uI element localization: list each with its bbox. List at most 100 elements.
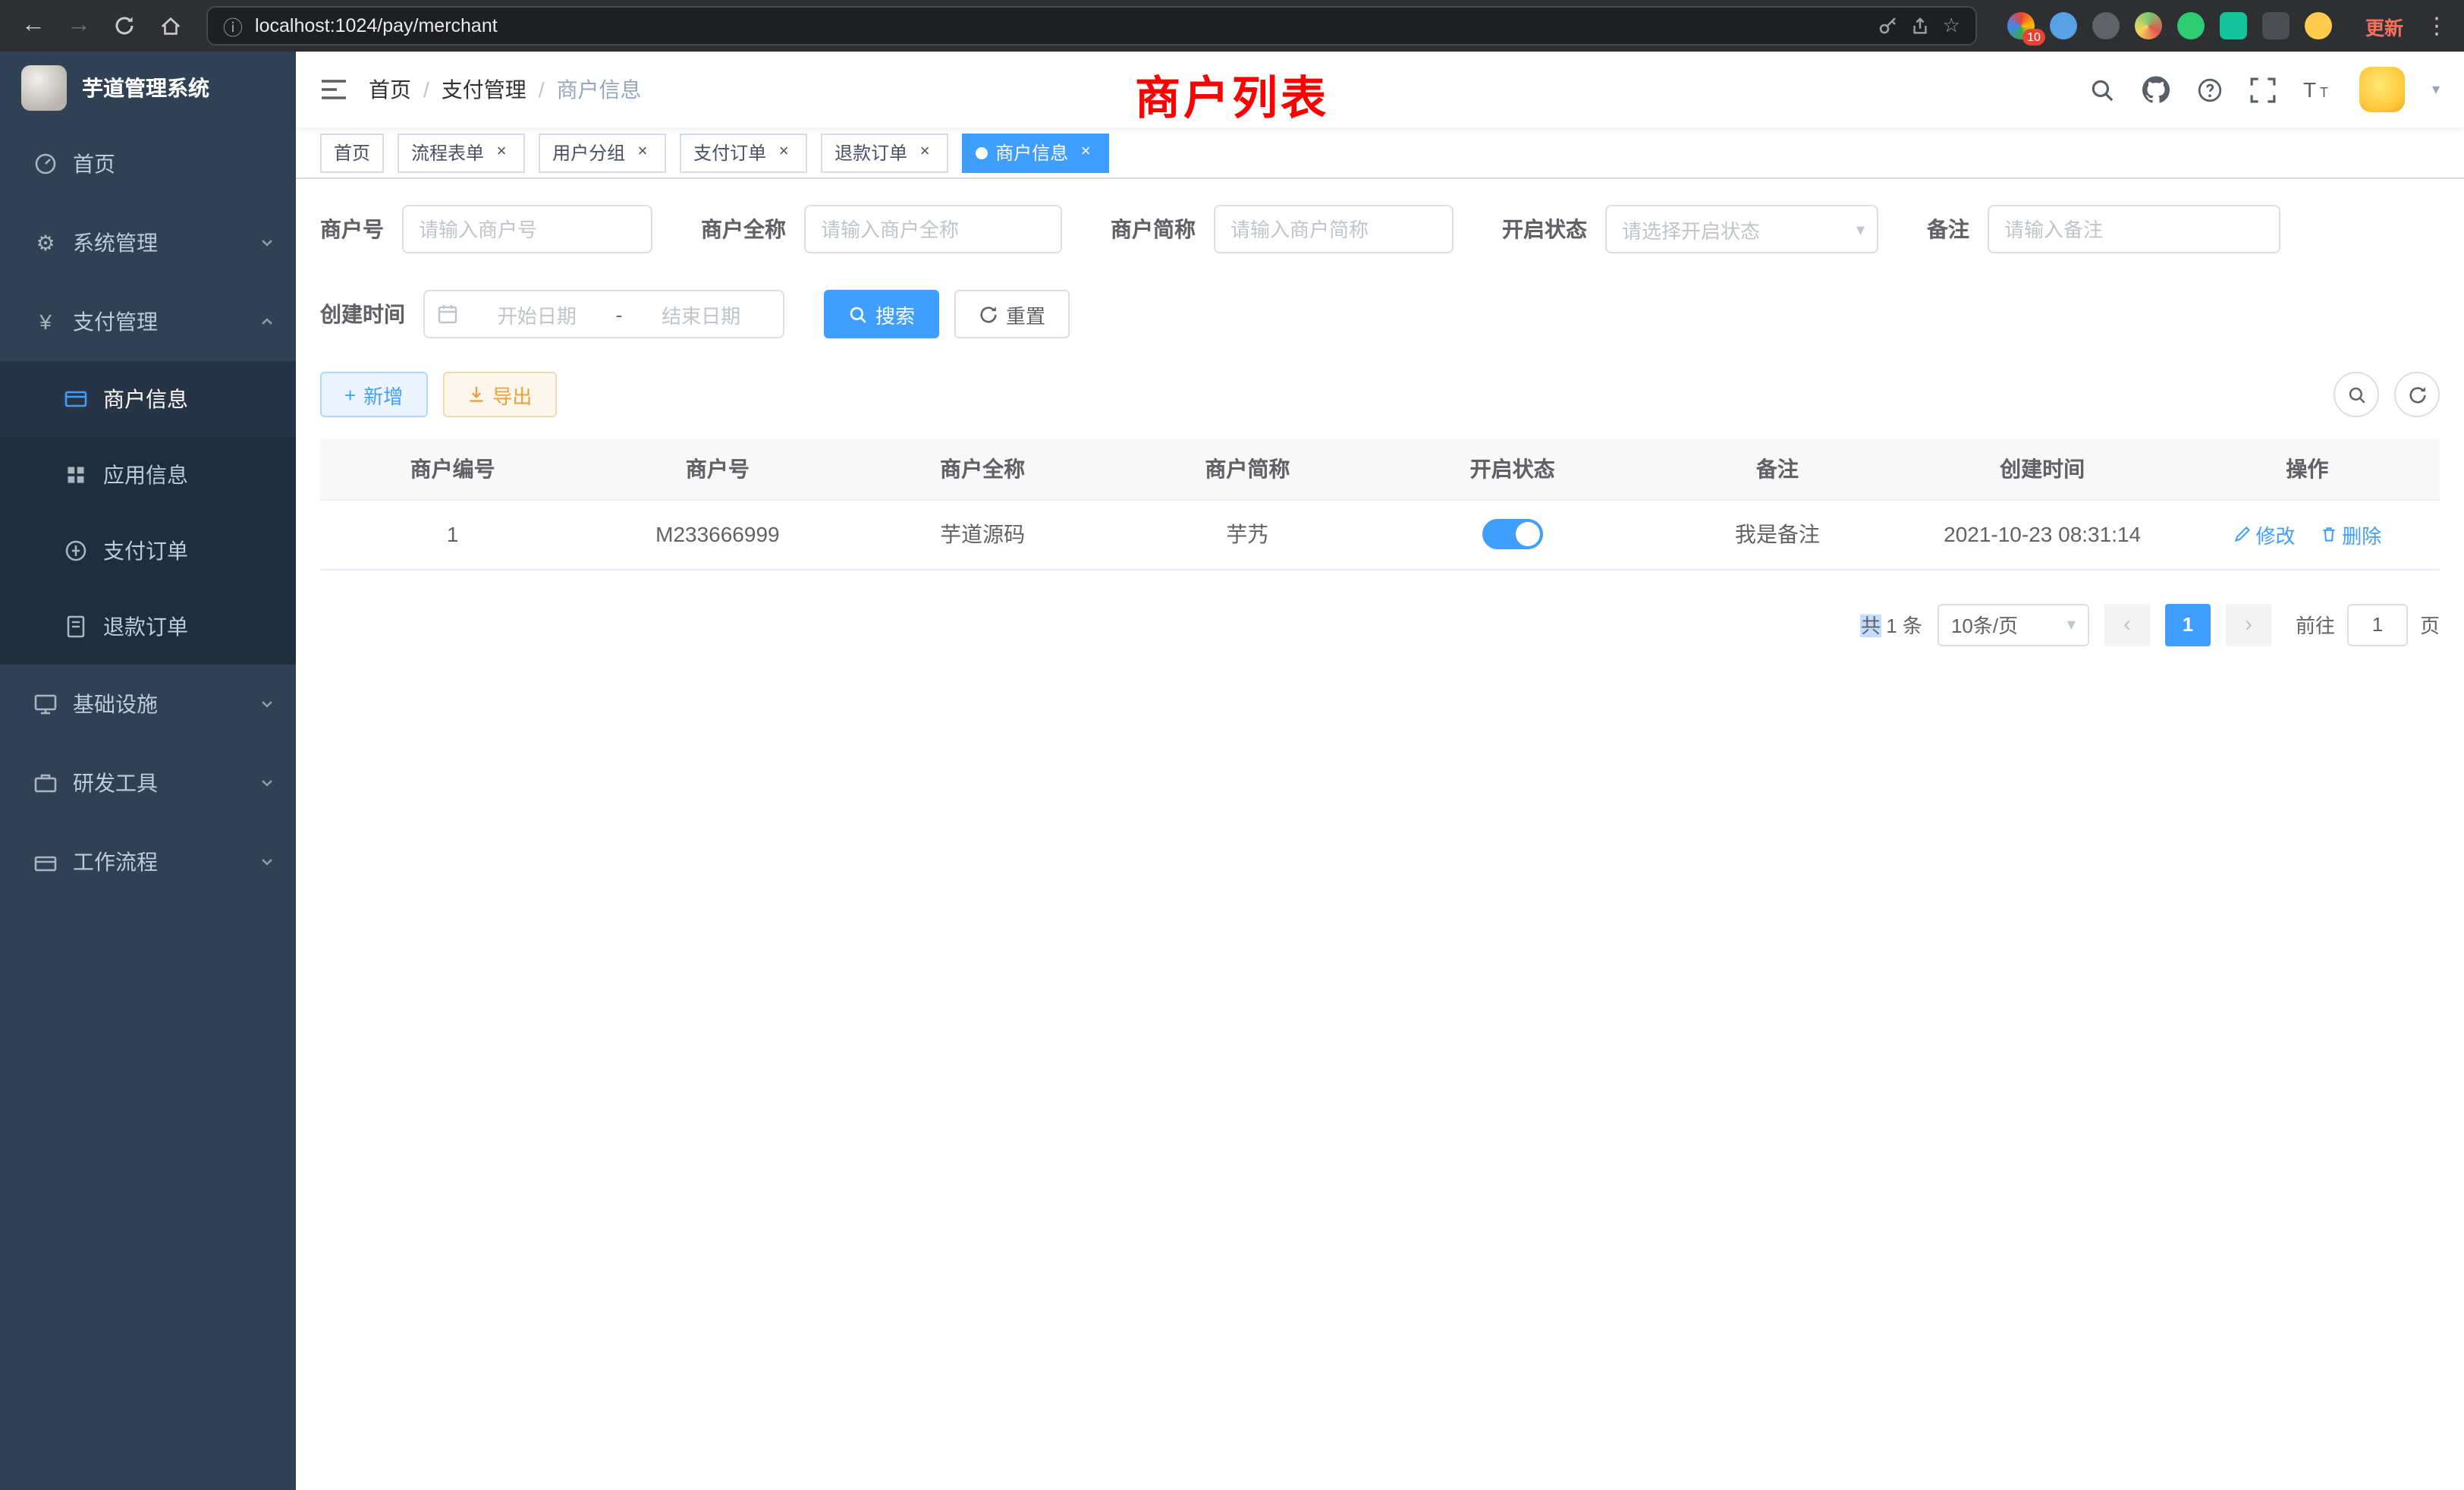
- tab-pay-order[interactable]: 支付订单 ×: [680, 133, 807, 172]
- merchant-short-input[interactable]: [1214, 205, 1454, 253]
- share-icon[interactable]: [1911, 15, 1931, 36]
- tab-home[interactable]: 首页: [320, 133, 384, 172]
- tab-refund-order[interactable]: 退款订单 ×: [821, 133, 948, 172]
- sidebar-item-workflow[interactable]: 工作流程: [0, 822, 296, 901]
- extension-icon[interactable]: [2305, 12, 2332, 39]
- sidebar-item-system[interactable]: ⚙ 系统管理: [0, 203, 296, 282]
- sidebar-item-refund-order[interactable]: 退款订单: [0, 589, 296, 665]
- browser-window: ← → ⓘ localhost:1024/pay/merchant ☆ 10: [0, 0, 2464, 1490]
- fullscreen-icon[interactable]: [2250, 77, 2276, 102]
- github-icon[interactable]: [2142, 76, 2170, 103]
- chevron-down-icon: [259, 854, 275, 869]
- search-icon[interactable]: [2089, 77, 2115, 102]
- field-merchant-name: 商户全称: [701, 205, 1062, 253]
- goto-page-input[interactable]: [2347, 603, 2408, 646]
- breadcrumb-item-payment[interactable]: 支付管理: [442, 74, 526, 105]
- sidebar-item-label: 研发工具: [73, 768, 158, 798]
- pagination-total: 共 1 条: [1861, 610, 1922, 639]
- field-merchant-no: 商户号: [320, 205, 652, 253]
- forward-button[interactable]: →: [61, 8, 97, 44]
- close-icon[interactable]: ×: [492, 143, 511, 162]
- pagination-total-prefix: 共: [1861, 615, 1881, 637]
- sidebar-item-app-info[interactable]: 应用信息: [0, 437, 296, 513]
- column-header: 创建时间: [1910, 439, 2175, 499]
- pagination-total-suffix: 1 条: [1886, 615, 1922, 637]
- export-button[interactable]: 导出: [442, 372, 556, 417]
- extension-icon[interactable]: [2092, 12, 2120, 39]
- logo[interactable]: 芋道管理系统: [0, 52, 296, 124]
- extension-icon[interactable]: [2220, 12, 2247, 39]
- edit-link[interactable]: 修改: [2233, 520, 2295, 549]
- close-icon[interactable]: ×: [633, 143, 652, 162]
- tab-process-form[interactable]: 流程表单 ×: [398, 133, 525, 172]
- bookmark-star-icon[interactable]: ☆: [1943, 14, 1960, 38]
- sidebar-item-merchant-info[interactable]: 商户信息: [0, 361, 296, 437]
- yen-icon: ¥: [33, 310, 58, 334]
- refresh-icon[interactable]: [2394, 372, 2440, 417]
- tab-merchant-info[interactable]: 商户信息 ×: [962, 133, 1109, 172]
- url-text[interactable]: localhost:1024/pay/merchant: [255, 15, 1865, 36]
- tab-user-group[interactable]: 用户分组 ×: [539, 133, 666, 172]
- extension-icon[interactable]: [2050, 12, 2077, 39]
- prev-page-button[interactable]: ‹: [2104, 603, 2150, 646]
- page-size-select[interactable]: 10条/页 ▾: [1938, 603, 2089, 646]
- close-icon[interactable]: ×: [1076, 143, 1095, 162]
- back-button[interactable]: ←: [15, 8, 52, 44]
- chrome-update-button[interactable]: 更新: [2365, 11, 2403, 40]
- extension-icon[interactable]: [2135, 12, 2162, 39]
- remark-input[interactable]: [1988, 205, 2280, 253]
- toggle-search-icon[interactable]: [2334, 372, 2379, 417]
- table-toolbar: + 新增 导出: [320, 372, 2440, 417]
- sidebar-item-payment[interactable]: ¥ 支付管理: [0, 282, 296, 361]
- status-select[interactable]: 请选择开启状态 ▾: [1605, 205, 1878, 253]
- merchant-table: 商户编号 商户号 商户全称 商户简称 开启状态 备注 创建时间 操作 1: [320, 439, 2440, 570]
- delete-link[interactable]: 删除: [2319, 520, 2381, 549]
- cell-merchant-name: 芋道源码: [850, 499, 1115, 569]
- user-avatar[interactable]: [2359, 67, 2405, 112]
- merchant-name-input[interactable]: [804, 205, 1062, 253]
- page-number-button[interactable]: 1: [2165, 603, 2211, 646]
- sidebar-item-pay-order[interactable]: 支付订单: [0, 513, 296, 589]
- workflow-box-icon: [33, 850, 58, 874]
- next-page-button[interactable]: ›: [2226, 603, 2271, 646]
- close-icon[interactable]: ×: [915, 143, 935, 162]
- address-bar[interactable]: ⓘ localhost:1024/pay/merchant ☆: [206, 6, 1977, 46]
- extension-icon[interactable]: [2262, 12, 2290, 39]
- extension-icon[interactable]: 10: [2007, 12, 2035, 39]
- cell-status: [1380, 499, 1645, 569]
- hamburger-icon[interactable]: [320, 77, 347, 102]
- close-icon[interactable]: ×: [774, 143, 794, 162]
- avatar-caret-down-icon[interactable]: ▾: [2432, 81, 2440, 98]
- sidebar-item-label: 应用信息: [103, 460, 188, 490]
- help-icon[interactable]: [2197, 77, 2223, 102]
- page-info-icon[interactable]: ⓘ: [223, 11, 243, 40]
- breadcrumb-item-home[interactable]: 首页: [369, 74, 411, 105]
- home-button[interactable]: [152, 8, 188, 44]
- add-button[interactable]: + 新增: [320, 372, 427, 417]
- sidebar-item-home[interactable]: 首页: [0, 124, 296, 203]
- breadcrumb-separator: /: [423, 77, 429, 102]
- column-header: 开启状态: [1380, 439, 1645, 499]
- sidebar-item-infra[interactable]: 基础设施: [0, 665, 296, 743]
- browser-menu-icon[interactable]: ⋮: [2425, 12, 2449, 39]
- svg-text:T: T: [2320, 85, 2328, 100]
- status-toggle[interactable]: [1482, 519, 1543, 549]
- column-header: 操作: [2175, 439, 2440, 499]
- page-size-value: 10条/页: [1951, 610, 2018, 639]
- password-key-icon[interactable]: [1878, 15, 1899, 36]
- infra-monitor-icon: [33, 692, 58, 716]
- sidebar-item-label: 支付管理: [73, 306, 158, 337]
- extension-icon[interactable]: [2177, 12, 2205, 39]
- field-remark: 备注: [1927, 205, 2280, 253]
- sidebar-item-label: 首页: [73, 149, 115, 179]
- create-time-range-picker[interactable]: 开始日期 - 结束日期: [423, 290, 784, 338]
- merchant-no-input[interactable]: [402, 205, 652, 253]
- sidebar-item-devtools[interactable]: 研发工具: [0, 743, 296, 822]
- search-button[interactable]: 搜索: [824, 290, 939, 338]
- font-size-icon[interactable]: TT: [2303, 77, 2332, 102]
- top-navbar: 首页 / 支付管理 / 商户信息: [296, 52, 2464, 127]
- column-header: 商户号: [585, 439, 850, 499]
- reload-button[interactable]: [106, 8, 143, 44]
- reset-button[interactable]: 重置: [954, 290, 1070, 338]
- merchant-card-icon: [64, 387, 88, 411]
